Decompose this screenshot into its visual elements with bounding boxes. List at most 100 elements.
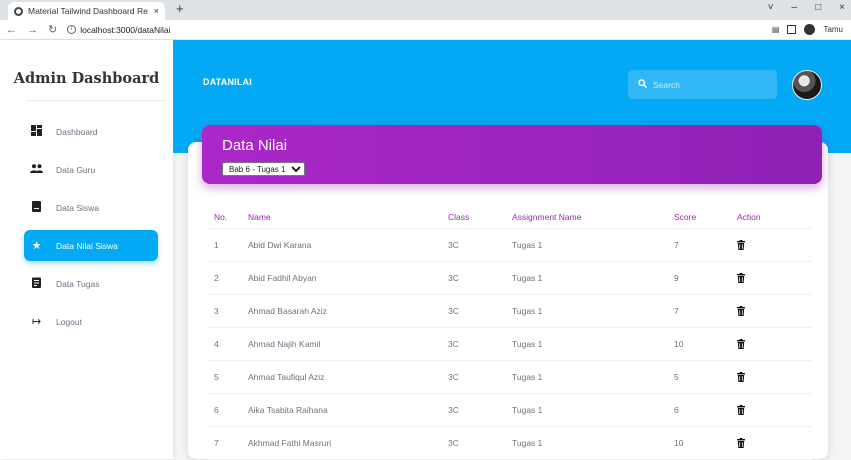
assignment-select[interactable]: Bab 6 - Tugas 1 bbox=[222, 162, 305, 176]
delete-icon[interactable] bbox=[737, 239, 745, 251]
assignment-name: Tugas 1 bbox=[512, 327, 674, 361]
score: 5 bbox=[674, 360, 737, 394]
delete-icon[interactable] bbox=[737, 305, 745, 317]
delete-icon[interactable] bbox=[737, 338, 745, 350]
row-number: 7 bbox=[208, 426, 248, 460]
reader-icon[interactable]: ▤ bbox=[772, 25, 780, 34]
student-icon bbox=[30, 200, 43, 215]
score: 6 bbox=[674, 393, 737, 427]
tab-search-icon[interactable]: ˅ bbox=[768, 2, 774, 13]
score: 10 bbox=[674, 426, 737, 460]
sidebar-item-data-nilai-siswa[interactable]: ★ Data Nilai Siswa bbox=[24, 230, 158, 261]
table-header-row: No. Name Class Assignment Name Score Act… bbox=[208, 206, 812, 229]
column-header-no: No. bbox=[208, 206, 248, 229]
back-icon[interactable]: ← bbox=[6, 24, 17, 36]
delete-icon[interactable] bbox=[737, 404, 745, 416]
url-field[interactable]: i localhost:3000/dataNilai bbox=[67, 25, 170, 35]
student-name: Akhmad Fathi Masruri bbox=[248, 426, 448, 460]
card-title: Data Nilai bbox=[222, 137, 288, 154]
action-cell bbox=[737, 327, 812, 361]
site-info-icon[interactable]: i bbox=[67, 25, 77, 34]
table-row: 5 Ahmad Taufiqul Aziz 3C Tugas 15 bbox=[208, 360, 812, 394]
student-class: 3C bbox=[448, 261, 512, 295]
breadcrumb: DATANILAI bbox=[203, 77, 252, 87]
tab-title: Material Tailwind Dashboard Re… bbox=[28, 6, 149, 16]
sidebar-item-label: Data Tugas bbox=[56, 278, 100, 289]
column-header-score: Score bbox=[674, 206, 737, 229]
action-cell bbox=[737, 393, 812, 427]
assignment-name: Tugas 1 bbox=[512, 360, 674, 394]
card-header: Data Nilai Bab 6 - Tugas 1 bbox=[202, 125, 822, 184]
student-name: Ahmad Taufiqul Aziz bbox=[248, 360, 448, 394]
action-cell bbox=[737, 261, 812, 295]
nilai-table: No. Name Class Assignment Name Score Act… bbox=[208, 206, 812, 460]
sidebar-item-data-guru[interactable]: Data Guru bbox=[24, 154, 158, 185]
profile-label[interactable]: Tamu bbox=[823, 25, 843, 34]
assignment-name: Tugas 1 bbox=[512, 261, 674, 295]
delete-icon[interactable] bbox=[737, 437, 745, 449]
table-row: 1 Abid Dwi Karana 3C Tugas 17 bbox=[208, 228, 812, 262]
row-number: 5 bbox=[208, 360, 248, 394]
column-header-class: Class bbox=[448, 206, 512, 229]
row-number: 3 bbox=[208, 294, 248, 328]
sidebar-nav: Dashboard Data Guru Data Siswa ★ Data Ni… bbox=[24, 116, 158, 344]
reload-icon[interactable]: ↻ bbox=[48, 23, 57, 36]
tab-view-icon[interactable] bbox=[787, 25, 797, 34]
student-name: Abid Fadhil Abyan bbox=[248, 261, 448, 295]
sidebar-item-label: Data Guru bbox=[56, 164, 96, 175]
delete-icon[interactable] bbox=[737, 371, 745, 383]
action-cell bbox=[737, 426, 812, 460]
row-number: 1 bbox=[208, 228, 248, 262]
score: 7 bbox=[674, 294, 737, 328]
student-class: 3C bbox=[448, 426, 512, 460]
table-row: 2 Abid Fadhil Abyan 3C Tugas 19 bbox=[208, 261, 812, 295]
score: 10 bbox=[674, 327, 737, 361]
action-cell bbox=[737, 360, 812, 394]
row-number: 2 bbox=[208, 261, 248, 295]
sidebar-item-logout[interactable]: ↦ Logout bbox=[24, 306, 158, 337]
sidebar-item-label: Data Siswa bbox=[56, 202, 99, 213]
sidebar: Admin Dashboard Dashboard Data Guru Data… bbox=[0, 40, 173, 459]
sidebar-item-dashboard[interactable]: Dashboard bbox=[24, 116, 158, 147]
table-row: 6 Aika Tsabita Raihana 3C Tugas 16 bbox=[208, 393, 812, 427]
sidebar-item-data-siswa[interactable]: Data Siswa bbox=[24, 192, 158, 223]
action-cell bbox=[737, 294, 812, 328]
restore-icon[interactable]: □ bbox=[815, 2, 821, 13]
profile-icon[interactable] bbox=[804, 24, 816, 35]
new-tab-button[interactable]: + bbox=[176, 1, 184, 16]
window-close-icon[interactable]: × bbox=[839, 2, 845, 13]
table-row: 4 Ahmad Najih Kamil 3C Tugas 1 10 bbox=[208, 327, 812, 361]
browser-actions: ▤ Tamu bbox=[772, 24, 843, 35]
student-class: 3C bbox=[448, 393, 512, 427]
search-box[interactable] bbox=[628, 70, 777, 99]
forward-icon[interactable]: → bbox=[27, 24, 38, 36]
search-icon bbox=[638, 79, 648, 90]
minimize-icon[interactable]: – bbox=[792, 2, 798, 13]
address-bar: ← → ↻ i localhost:3000/dataNilai ▤ Tamu bbox=[0, 20, 851, 40]
student-class: 3C bbox=[448, 228, 512, 262]
search-input[interactable] bbox=[653, 79, 763, 90]
student-name: Ahmad Najih Kamil bbox=[248, 327, 448, 361]
table-row: 3 Ahmad Basarah Aziz 3C Tugas 17 bbox=[208, 294, 812, 328]
sidebar-item-label: Data Nilai Siswa bbox=[56, 240, 118, 251]
score: 9 bbox=[674, 261, 737, 295]
brand-title[interactable]: Admin Dashboard bbox=[0, 70, 173, 87]
favicon-icon bbox=[14, 6, 23, 16]
sidebar-item-label: Logout bbox=[56, 316, 82, 327]
student-class: 3C bbox=[448, 294, 512, 328]
student-name: Ahmad Basarah Aziz bbox=[248, 294, 448, 328]
delete-icon[interactable] bbox=[737, 272, 745, 284]
column-header-action: Action bbox=[737, 206, 812, 229]
dashboard-icon bbox=[30, 124, 43, 139]
row-number: 4 bbox=[208, 327, 248, 361]
browser-tab[interactable]: Material Tailwind Dashboard Re… × bbox=[8, 2, 165, 20]
column-header-assignment: Assignment Name bbox=[512, 206, 674, 229]
row-number: 6 bbox=[208, 393, 248, 427]
tab-close-icon[interactable]: × bbox=[154, 6, 159, 16]
assignment-name: Tugas 1 bbox=[512, 228, 674, 262]
url-text: localhost:3000/dataNilai bbox=[80, 24, 171, 35]
avatar[interactable] bbox=[792, 70, 822, 100]
student-name: Aika Tsabita Raihana bbox=[248, 393, 448, 427]
sidebar-item-label: Dashboard bbox=[56, 126, 98, 137]
sidebar-item-data-tugas[interactable]: Data Tugas bbox=[24, 268, 158, 299]
